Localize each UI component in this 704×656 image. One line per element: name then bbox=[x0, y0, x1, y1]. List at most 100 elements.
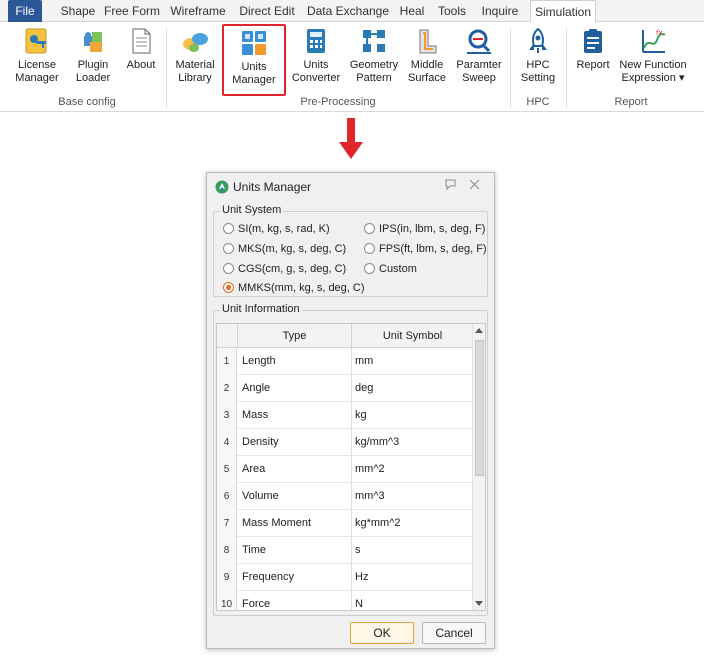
radio-cgs[interactable]: CGS(cm, g, s, deg, C) bbox=[223, 263, 346, 275]
unit-system-label: Unit System bbox=[220, 204, 284, 216]
report-button[interactable]: Report bbox=[572, 26, 614, 92]
table-row[interactable]: 7 Mass Moment kg*mm^2 bbox=[217, 510, 473, 537]
license-manager-button[interactable]: License Manager bbox=[14, 26, 60, 92]
hpc-setting-label-1: HPC bbox=[526, 59, 550, 71]
row-unit[interactable]: mm bbox=[355, 348, 373, 375]
units-converter-button[interactable]: Units Converter bbox=[290, 26, 342, 92]
plugin-loader-label-2: Loader bbox=[75, 72, 111, 84]
row-unit[interactable]: s bbox=[355, 537, 361, 564]
puzzle-icon bbox=[78, 26, 108, 56]
table-scrollbar[interactable] bbox=[472, 324, 485, 610]
cancel-button[interactable]: Cancel bbox=[422, 622, 486, 644]
ribbon-separator bbox=[510, 28, 511, 108]
new-function-expression-button[interactable]: fx New Function Expression ▾ bbox=[616, 26, 690, 92]
group-label-base-config: Base config bbox=[58, 96, 116, 108]
column-header-type[interactable]: Type bbox=[238, 324, 352, 348]
tab-wireframe[interactable]: Wireframe bbox=[168, 0, 228, 22]
tab-shape[interactable]: Shape bbox=[56, 0, 100, 22]
material-library-button[interactable]: Material Library bbox=[172, 26, 218, 92]
close-icon[interactable] bbox=[469, 179, 480, 193]
row-unit[interactable]: Hz bbox=[355, 564, 368, 591]
function-graph-icon: fx bbox=[638, 26, 668, 56]
row-unit[interactable]: mm^3 bbox=[355, 483, 385, 510]
license-key-icon bbox=[22, 26, 52, 56]
plugin-loader-button[interactable]: Plugin Loader bbox=[72, 26, 114, 92]
report-label: Report bbox=[576, 59, 610, 71]
radio-mks[interactable]: MKS(m, kg, s, deg, C) bbox=[223, 243, 346, 255]
radio-custom[interactable]: Custom bbox=[364, 263, 417, 275]
rocket-icon bbox=[523, 26, 553, 56]
table-row[interactable]: 3 Mass kg bbox=[217, 402, 473, 429]
paramter-sweep-button[interactable]: Paramter Sweep bbox=[454, 26, 504, 92]
group-label-report: Report bbox=[614, 96, 648, 108]
tab-free-form[interactable]: Free Form bbox=[104, 0, 160, 22]
radio-ips[interactable]: IPS(in, lbm, s, deg, F) bbox=[364, 223, 485, 235]
document-icon bbox=[126, 26, 156, 56]
row-number: 2 bbox=[217, 375, 237, 402]
table-row[interactable]: 10 Force N bbox=[217, 591, 473, 610]
scrollbar-thumb[interactable] bbox=[475, 340, 484, 476]
radio-fps[interactable]: FPS(ft, lbm, s, deg, F) bbox=[364, 243, 487, 255]
ribbon-panel: License Manager Plugin Loader About Mate… bbox=[0, 22, 704, 112]
paramter-sweep-label-2: Sweep bbox=[462, 72, 496, 84]
scroll-down-icon[interactable] bbox=[475, 601, 483, 606]
tab-tools[interactable]: Tools bbox=[434, 0, 470, 22]
middle-surface-button[interactable]: Middle Surface bbox=[404, 26, 450, 92]
row-number: 3 bbox=[217, 402, 237, 429]
comment-icon[interactable] bbox=[445, 179, 456, 193]
row-unit[interactable]: mm^2 bbox=[355, 456, 385, 483]
column-divider bbox=[351, 456, 352, 482]
radio-fps-label: FPS(ft, lbm, s, deg, F) bbox=[379, 243, 487, 255]
row-unit[interactable]: kg bbox=[355, 402, 367, 429]
material-library-label-1: Material bbox=[175, 59, 215, 71]
dialog-title: Units Manager bbox=[233, 180, 312, 194]
row-unit[interactable]: kg*mm^2 bbox=[355, 510, 401, 537]
units-manager-icon bbox=[239, 28, 269, 58]
tab-file[interactable]: File bbox=[8, 0, 42, 22]
row-unit[interactable]: kg/mm^3 bbox=[355, 429, 399, 456]
units-converter-label-2: Converter bbox=[291, 72, 341, 84]
table-row[interactable]: 5 Area mm^2 bbox=[217, 456, 473, 483]
row-number: 9 bbox=[217, 564, 237, 591]
group-label-hpc: HPC bbox=[526, 96, 550, 108]
table-row[interactable]: 1 Length mm bbox=[217, 348, 473, 375]
radio-si-label: SI(m, kg, s, rad, K) bbox=[238, 223, 330, 235]
tab-data-exchange[interactable]: Data Exchange bbox=[306, 0, 390, 22]
hpc-setting-button[interactable]: HPC Setting bbox=[516, 26, 560, 92]
column-divider bbox=[351, 348, 352, 374]
table-row[interactable]: 4 Density kg/mm^3 bbox=[217, 429, 473, 456]
tab-simulation[interactable]: Simulation bbox=[530, 0, 596, 23]
middle-surface-label-2: Surface bbox=[408, 72, 446, 84]
ok-button[interactable]: OK bbox=[350, 622, 414, 644]
table-row[interactable]: 2 Angle deg bbox=[217, 375, 473, 402]
row-type: Area bbox=[242, 463, 266, 475]
paramter-sweep-label-1: Paramter bbox=[456, 59, 502, 71]
calculator-icon bbox=[301, 26, 331, 56]
radio-si[interactable]: SI(m, kg, s, rad, K) bbox=[223, 223, 330, 235]
row-unit[interactable]: deg bbox=[355, 375, 373, 402]
scroll-up-icon[interactable] bbox=[475, 328, 483, 333]
table-row[interactable]: 6 Volume mm^3 bbox=[217, 483, 473, 510]
dialog-title-bar[interactable]: Units Manager bbox=[207, 173, 494, 201]
plugin-loader-label-1: Plugin bbox=[77, 59, 109, 71]
row-type: Volume bbox=[242, 490, 279, 502]
column-divider bbox=[351, 375, 352, 401]
row-type: Frequency bbox=[242, 571, 294, 583]
tab-heal[interactable]: Heal bbox=[396, 0, 428, 22]
new-function-label-1: New Function bbox=[619, 59, 687, 71]
table-row[interactable]: 9 Frequency Hz bbox=[217, 564, 473, 591]
geometry-pattern-button[interactable]: Geometry Pattern bbox=[346, 26, 402, 92]
tab-inquire[interactable]: Inquire bbox=[476, 0, 524, 22]
radio-mmks[interactable]: MMKS(mm, kg, s, deg, C) bbox=[223, 282, 365, 294]
radio-mmks-label: MMKS(mm, kg, s, deg, C) bbox=[238, 282, 365, 294]
row-unit[interactable]: N bbox=[355, 591, 363, 610]
down-arrow-icon bbox=[339, 118, 363, 160]
table-row[interactable]: 8 Time s bbox=[217, 537, 473, 564]
column-header-unit-symbol[interactable]: Unit Symbol bbox=[352, 324, 473, 348]
radio-circle bbox=[364, 243, 375, 254]
units-manager-button[interactable]: Units Manager bbox=[222, 24, 286, 96]
tab-direct-edit[interactable]: Direct Edit bbox=[234, 0, 300, 22]
pattern-icon bbox=[359, 26, 389, 56]
radio-custom-label: Custom bbox=[379, 263, 417, 275]
about-button[interactable]: About bbox=[122, 26, 160, 92]
